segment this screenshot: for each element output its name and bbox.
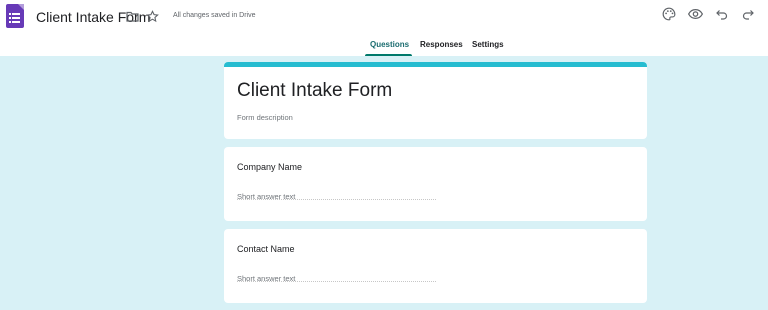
tab-settings[interactable]: Settings <box>472 40 504 49</box>
form-header-card[interactable]: Client Intake Form Form description <box>224 62 647 139</box>
forms-app-icon[interactable] <box>6 4 24 28</box>
redo-icon[interactable] <box>740 6 756 22</box>
form-description-field[interactable]: Form description <box>237 113 293 122</box>
answer-placeholder: Short answer text <box>237 274 296 283</box>
answer-placeholder: Short answer text <box>237 192 296 201</box>
star-icon[interactable] <box>144 8 160 24</box>
undo-icon[interactable] <box>714 6 730 22</box>
question-title[interactable]: Company Name <box>237 162 302 172</box>
save-status: All changes saved in Drive <box>173 12 256 19</box>
top-bar: Client Intake Form All changes saved in … <box>0 0 768 56</box>
question-title[interactable]: Contact Name <box>237 244 295 254</box>
palette-icon[interactable] <box>661 6 677 22</box>
folder-icon[interactable] <box>124 8 140 24</box>
question-card[interactable]: Company Name Short answer text <box>224 147 647 221</box>
preview-eye-icon[interactable] <box>687 6 703 22</box>
tab-responses[interactable]: Responses <box>420 40 463 49</box>
question-card[interactable]: Contact Name Short answer text <box>224 229 647 303</box>
tab-bar: Questions Responses Settings <box>0 38 768 56</box>
short-answer-field: Short answer text <box>237 186 436 201</box>
short-answer-field: Short answer text <box>237 268 436 283</box>
form-title[interactable]: Client Intake Form <box>237 80 392 102</box>
theme-accent-bar <box>224 62 647 67</box>
tab-questions[interactable]: Questions <box>370 40 409 49</box>
